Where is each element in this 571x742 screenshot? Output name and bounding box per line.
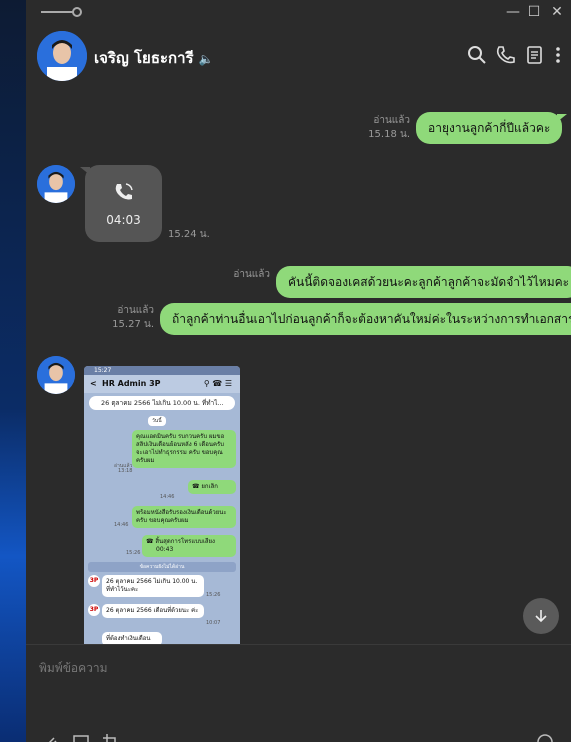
screenshot-time: 10:07 xyxy=(206,620,221,626)
read-receipt: อ่านแล้ว xyxy=(233,269,270,280)
search-icon[interactable] xyxy=(466,44,488,66)
phone-icon xyxy=(115,183,133,200)
message-bubble[interactable]: อายุงานลูกค้ากี่ปีแล้วคะ xyxy=(416,112,568,144)
phone-icon: ☎ xyxy=(146,538,156,545)
crop-icon[interactable] xyxy=(102,733,120,742)
screenshot-announcement: 26 ตุลาคม 2566 ไม่เกิน 10.00 น. ที่ทำไ..… xyxy=(89,396,235,410)
message-input[interactable]: พิมพ์ข้อความ xyxy=(39,659,108,678)
screenshot-bubble: ☎ ยกเลิก xyxy=(188,480,236,494)
message-bubble[interactable]: ถ้าลูกค้าท่านอื่นเอาไปก่อนลูกค้าก็จะต้อง… xyxy=(160,303,571,335)
message-composer[interactable]: พิมพ์ข้อความ xyxy=(26,644,571,742)
message-time: 15.24 น. xyxy=(168,229,210,240)
pin-icon[interactable] xyxy=(41,7,83,17)
screenshot-bubble: 26 ตุลาคม 2566 เดือนที่ด้วยนะ ค่ะ xyxy=(102,604,204,618)
emoji-icon[interactable] xyxy=(536,733,554,742)
sender-avatar[interactable] xyxy=(37,356,75,394)
message-meta: อ่านแล้ว 15.27 น. xyxy=(102,304,154,332)
message-time: 15.18 น. xyxy=(368,129,410,140)
screenshot-time: 15:26 xyxy=(126,550,141,556)
screenshot-time: 14:46 xyxy=(114,522,129,528)
image-icon[interactable] xyxy=(72,733,90,742)
read-receipt: อ่านแล้ว xyxy=(373,115,410,126)
screenshot-unread-divider: ข้อความยังไม่ได้อ่าน xyxy=(88,562,236,572)
phone-icon: ☎ xyxy=(192,483,202,490)
phone-icon[interactable] xyxy=(494,44,516,66)
minimize-button[interactable]: — xyxy=(503,2,523,22)
screenshot-bubble: คุณแอดมินครับ รบกวนครับ ผมขอสลิปเงินเดือ… xyxy=(132,430,236,468)
maximize-button[interactable]: ☐ xyxy=(524,2,544,22)
attach-icon[interactable] xyxy=(42,733,60,742)
sender-avatar[interactable] xyxy=(37,165,75,203)
screenshot-time: 14:46 xyxy=(160,494,175,500)
contact-avatar[interactable] xyxy=(37,31,87,81)
screenshot-status-bar: 15:27 xyxy=(84,366,240,375)
screenshot-bubble: พร้อมหนังสือรับรองเงินเดือนด้วยนะครับ ขอ… xyxy=(132,506,236,528)
screenshot-bubble: ที่ต้องทำเงินเดือน xyxy=(102,632,162,644)
message-bubble[interactable]: คันนี้ติดจองเคสด้วยนะคะลูกค้าลูกค้าจะมัด… xyxy=(276,266,571,298)
screenshot-bubble: 26 ตุลาคม 2566 ไม่เกิน 10.00 น. ที่ทำไว้… xyxy=(102,575,204,597)
arrow-down-icon xyxy=(535,610,547,623)
close-button[interactable]: ✕ xyxy=(547,2,567,22)
desktop-background xyxy=(0,0,26,742)
back-icon: < xyxy=(90,379,97,388)
hr-avatar: 3P xyxy=(88,604,100,616)
notes-icon[interactable] xyxy=(523,44,545,66)
screenshot-bubble: ☎ สิ้นสุดการโทรแบบเสียง 00:43 xyxy=(142,535,236,557)
contact-name[interactable]: เจริญ โยธะการี 🔈 xyxy=(94,46,214,70)
image-message[interactable]: 15:27 < HR Admin 3P ⚲ ☎ ☰ 26 ตุลาคม 2566… xyxy=(84,366,240,644)
hr-avatar: 3P xyxy=(88,575,100,587)
more-icon[interactable] xyxy=(547,44,569,66)
scroll-down-button[interactable] xyxy=(523,598,559,634)
screenshot-chat-header: < HR Admin 3P ⚲ ☎ ☰ xyxy=(84,375,240,393)
screenshot-day-label: วันนี้ xyxy=(148,416,166,426)
speaker-icon: 🔈 xyxy=(198,52,214,66)
header-icons: ⚲ ☎ ☰ xyxy=(203,379,232,388)
screenshot-time: 13:18 xyxy=(118,468,133,474)
chat-window: — ☐ ✕ เจริญ โยธะการี 🔈 อ่านแล้ว 15.18 น. xyxy=(26,0,571,742)
message-list[interactable]: อ่านแล้ว 15.18 น. อายุงานลูกค้ากี่ปีแล้ว… xyxy=(26,88,571,644)
title-bar: — ☐ ✕ xyxy=(26,0,571,24)
message-time: 15.27 น. xyxy=(112,319,154,330)
chat-header: เจริญ โยธะการี 🔈 xyxy=(26,24,571,88)
message-meta: อ่านแล้ว 15.18 น. xyxy=(326,114,410,142)
read-receipt: อ่านแล้ว xyxy=(117,305,154,316)
screenshot-time: 15:26 xyxy=(206,592,221,598)
voice-call-bubble[interactable]: 04:03 xyxy=(80,165,162,242)
call-duration: 04:03 xyxy=(106,213,141,227)
